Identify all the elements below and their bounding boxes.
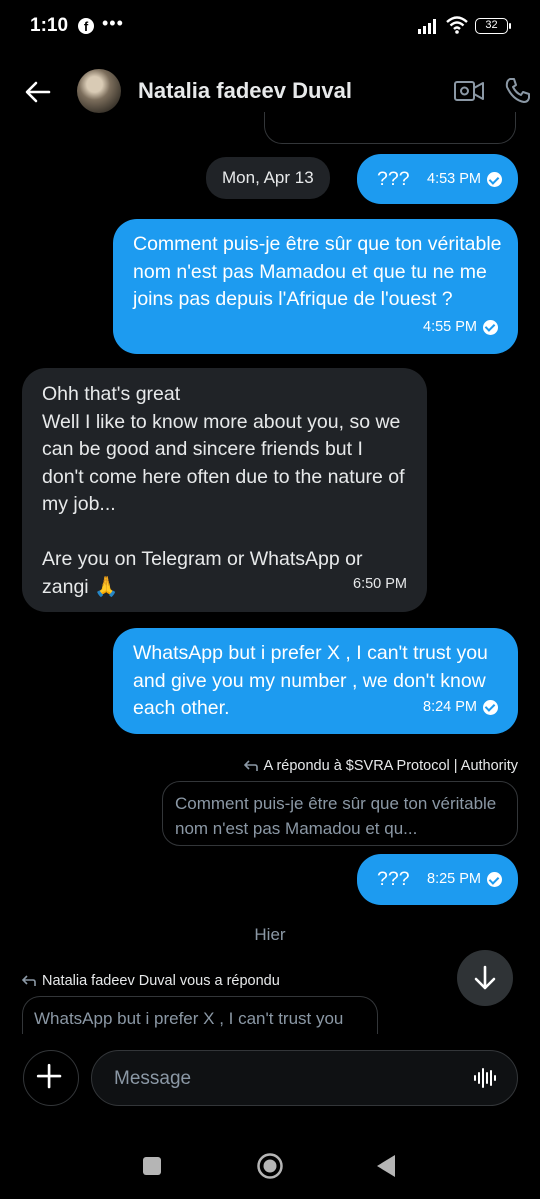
message-time: 8:25 PM: [427, 871, 481, 887]
reply-label: Natalia fadeev Duval vous a répondu: [22, 973, 280, 989]
reply-label-text: Natalia fadeev Duval vous a répondu: [42, 973, 280, 989]
scroll-to-bottom-button[interactable]: [457, 950, 513, 1006]
reply-label: A répondu à $SVRA Protocol | Authority: [243, 758, 518, 774]
message-meta: 8:24 PM: [423, 694, 498, 722]
message-bubble[interactable]: ??? 4:53 PM: [357, 154, 518, 204]
read-check-icon: [483, 319, 498, 335]
reply-arrow-icon: [22, 975, 36, 986]
arrow-down-icon: [474, 965, 496, 990]
previous-message-bubble: [264, 112, 516, 144]
status-time: 1:10: [30, 15, 69, 36]
message-bubble[interactable]: Comment puis-je être sûr que ton véritab…: [113, 219, 518, 354]
back-arrow-icon[interactable]: [24, 78, 52, 106]
plus-icon: [36, 1063, 62, 1089]
avatar[interactable]: [77, 69, 121, 113]
message-time: 6:50 PM: [353, 575, 407, 592]
more-notifications-icon: •••: [102, 13, 124, 33]
signal-icon: [418, 19, 436, 34]
conversation-title[interactable]: Natalia fadeev Duval: [138, 78, 352, 104]
message-bubble[interactable]: Ohh that's great Well I like to know mor…: [22, 368, 427, 612]
reply-quote[interactable]: Comment puis-je être sûr que ton véritab…: [162, 781, 518, 846]
date-chip: Mon, Apr 13: [206, 157, 330, 199]
facebook-icon: f: [78, 18, 94, 34]
read-check-icon: [483, 699, 498, 715]
message-time: 8:24 PM: [423, 698, 477, 715]
wifi-icon: [446, 16, 468, 34]
reply-label-text: A répondu à $SVRA Protocol | Authority: [263, 758, 518, 774]
message-meta: 4:55 PM: [423, 314, 498, 342]
battery-icon: 32: [475, 18, 511, 34]
message-time: 4:55 PM: [423, 318, 477, 335]
message-meta: 4:53 PM: [427, 166, 502, 194]
nav-home-icon[interactable]: [256, 1152, 284, 1180]
nav-back-icon[interactable]: [376, 1154, 396, 1178]
message-composer[interactable]: [91, 1050, 518, 1106]
message-bubble[interactable]: ??? 8:25 PM: [357, 854, 518, 905]
reply-quote[interactable]: WhatsApp but i prefer X , I can't trust …: [22, 996, 378, 1034]
voice-icon[interactable]: [473, 1066, 497, 1090]
phone-icon[interactable]: [504, 76, 532, 104]
read-check-icon: [487, 172, 502, 188]
message-text: Ohh that's great Well I like to know mor…: [42, 383, 405, 598]
message-input[interactable]: [112, 1063, 446, 1095]
message-text: ???: [377, 868, 410, 890]
message-text: Comment puis-je être sûr que ton véritab…: [133, 233, 507, 310]
add-media-button[interactable]: [23, 1050, 79, 1106]
message-meta: 8:25 PM: [427, 866, 502, 894]
message-text: ???: [377, 168, 410, 190]
day-separator: Hier: [254, 925, 286, 944]
video-call-icon[interactable]: [453, 78, 485, 104]
message-time: 4:53 PM: [427, 171, 481, 187]
message-meta: 6:50 PM: [353, 571, 407, 599]
read-check-icon: [487, 872, 502, 888]
reply-arrow-icon: [243, 760, 258, 771]
nav-recents-icon[interactable]: [143, 1157, 161, 1175]
message-bubble[interactable]: WhatsApp but i prefer X , I can't trust …: [113, 628, 518, 734]
